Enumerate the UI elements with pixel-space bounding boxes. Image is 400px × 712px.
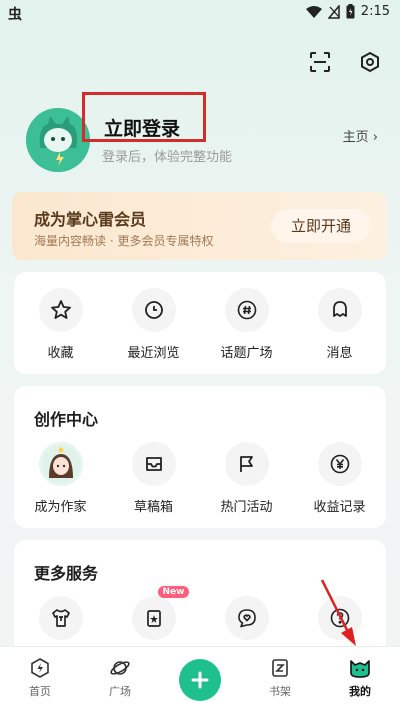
more-services-title: 更多服务 bbox=[34, 564, 99, 583]
avatar[interactable] bbox=[26, 108, 90, 172]
plus-icon bbox=[191, 671, 209, 689]
flag-icon bbox=[239, 456, 253, 472]
heart-chat-icon bbox=[237, 609, 256, 628]
status-bar: 虫 2:15 bbox=[0, 0, 400, 26]
writer-avatar-icon bbox=[41, 445, 80, 483]
become-writer-item[interactable]: 成为作家 bbox=[14, 442, 107, 515]
homepage-link[interactable]: 主页 › bbox=[343, 126, 378, 145]
planet-icon bbox=[110, 661, 130, 675]
nav-create[interactable] bbox=[160, 647, 240, 712]
battery-charging-icon bbox=[346, 4, 355, 19]
recent-browse-item[interactable]: 最近浏览 bbox=[107, 288, 200, 361]
cards-icon bbox=[146, 610, 161, 627]
status-icons: 2:15 bbox=[305, 4, 390, 19]
inbox-icon bbox=[145, 457, 162, 471]
scan-icon bbox=[310, 52, 330, 72]
bottom-nav: 首页 广场 书架 我的 bbox=[0, 646, 400, 712]
mascot-avatar-icon bbox=[26, 108, 90, 172]
login-title[interactable]: 立即登录 bbox=[104, 114, 180, 141]
profile-section: 立即登录 登录后，体验完整功能 主页 › bbox=[26, 92, 386, 172]
hashtag-icon bbox=[237, 300, 256, 320]
gear-icon bbox=[361, 51, 379, 73]
cards-item[interactable]: New bbox=[107, 586, 200, 640]
top-actions bbox=[308, 50, 382, 74]
star-icon bbox=[50, 300, 71, 319]
earnings-item[interactable]: 收益记录 bbox=[293, 442, 386, 515]
quick-actions-card: 收藏 最近浏览 话题广场 消息 bbox=[14, 272, 386, 374]
app-notification-icon: 虫 bbox=[8, 7, 22, 23]
new-badge: New bbox=[157, 586, 190, 598]
scan-button[interactable] bbox=[308, 50, 332, 74]
messages-item[interactable]: 消息 bbox=[293, 288, 386, 361]
settings-button[interactable] bbox=[358, 50, 382, 74]
bell-icon bbox=[332, 301, 347, 317]
vip-banner[interactable]: 成为掌心雷会员 海量内容畅读 · 更多会员专属特权 立即开通 bbox=[12, 192, 387, 260]
drafts-item[interactable]: 草稿箱 bbox=[107, 442, 200, 515]
question-icon bbox=[330, 608, 349, 628]
activate-vip-button[interactable]: 立即开通 bbox=[271, 209, 371, 243]
favorites-item[interactable]: 收藏 bbox=[14, 288, 107, 361]
clock-icon bbox=[144, 301, 163, 319]
lightning-icon bbox=[31, 658, 49, 678]
no-signal-icon bbox=[327, 4, 340, 19]
bookshelf-icon bbox=[272, 659, 288, 677]
hot-events-item[interactable]: 热门活动 bbox=[200, 442, 293, 515]
wifi-icon bbox=[305, 5, 322, 18]
nav-bookshelf[interactable]: 书架 bbox=[240, 647, 320, 712]
feedback-item[interactable] bbox=[200, 596, 293, 640]
clock-time: 2:15 bbox=[360, 4, 390, 19]
login-subtitle: 登录后，体验完整功能 bbox=[102, 150, 233, 165]
create-button[interactable] bbox=[179, 659, 221, 701]
nav-mine[interactable]: 我的 bbox=[320, 647, 400, 712]
creation-center-card: 创作中心 成为作家 草稿箱 热门活动 收益记录 bbox=[14, 386, 386, 528]
creation-center-title: 创作中心 bbox=[34, 410, 99, 429]
merch-item[interactable] bbox=[14, 596, 107, 640]
yen-icon bbox=[330, 454, 349, 474]
tshirt-icon bbox=[51, 609, 70, 627]
help-item[interactable] bbox=[293, 596, 386, 640]
nav-square[interactable]: 广场 bbox=[80, 647, 160, 712]
cat-face-icon bbox=[350, 660, 370, 678]
vip-title: 成为掌心雷会员 bbox=[34, 210, 147, 229]
nav-home[interactable]: 首页 bbox=[0, 647, 80, 712]
vip-subtitle: 海量内容畅读 · 更多会员专属特权 bbox=[34, 234, 214, 248]
topic-square-item[interactable]: 话题广场 bbox=[200, 288, 293, 361]
